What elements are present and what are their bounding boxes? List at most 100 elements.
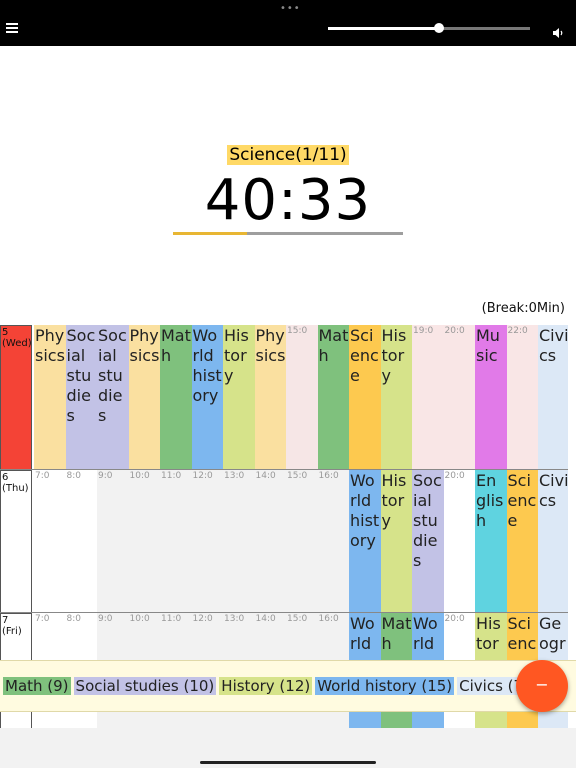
schedule-slot[interactable] — [349, 711, 381, 728]
schedule-slot[interactable] — [538, 711, 568, 728]
schedule-slot[interactable]: 15:0 — [286, 470, 318, 613]
day-number: 5 — [2, 327, 9, 338]
schedule-slot[interactable]: Math — [317, 325, 350, 470]
schedule-slot[interactable]: 20:0 — [443, 325, 476, 470]
schedule-slot[interactable]: Physics — [128, 325, 161, 470]
schedule-slot[interactable] — [475, 711, 507, 728]
schedule-slot[interactable]: Social studies — [97, 325, 129, 470]
day-cell[interactable]: 5 (Wed) — [0, 325, 32, 470]
schedule-slot[interactable] — [160, 711, 192, 728]
slot-time: 9:0 — [98, 614, 113, 624]
window-grabber[interactable]: ••• — [280, 3, 301, 14]
schedule-slot[interactable]: 8:0 — [65, 470, 98, 613]
slot-subject: Math — [381, 614, 412, 653]
slot-subject: Physics — [129, 326, 160, 365]
schedule-slot[interactable]: Math — [160, 325, 192, 470]
legend-item[interactable]: Social studies (10) — [73, 677, 217, 695]
schedule-slot[interactable]: 7:0 — [34, 470, 66, 613]
slot-subject: Math — [318, 326, 349, 365]
schedule-slot[interactable] — [254, 711, 287, 728]
day-weekday: (Wed) — [2, 338, 32, 349]
schedule-slot[interactable] — [191, 711, 224, 728]
slot-time: 20:0 — [444, 471, 465, 481]
schedule-slot[interactable]: English — [475, 470, 507, 613]
legend-item[interactable]: World history (15) — [315, 677, 455, 695]
current-subject-text: Science(1/11) — [227, 145, 349, 165]
schedule-slot[interactable]: Civics — [538, 325, 568, 470]
schedule-slot[interactable]: World history — [191, 325, 224, 470]
slot-subject: Physics — [255, 326, 286, 365]
schedule-slot[interactable] — [317, 711, 350, 728]
slot-subject: Social studies — [66, 326, 96, 425]
schedule-slot[interactable] — [223, 711, 255, 728]
day-number: 6 — [2, 472, 9, 483]
minus-button[interactable]: − — [516, 660, 568, 712]
schedule-slot[interactable]: 19:0 — [412, 325, 444, 470]
slot-time: 12:0 — [192, 614, 213, 624]
schedule-slot[interactable] — [443, 711, 476, 728]
schedule-slot[interactable]: 12:0 — [191, 470, 224, 613]
schedule-slot[interactable]: 9:0 — [97, 470, 129, 613]
schedule-slot[interactable] — [506, 711, 539, 728]
slot-subject: World — [350, 614, 375, 653]
schedule-row: 6 (Thu) 7:0 8:0 9:0 10:0 11:0 12:0 13:0 14:0 15:0 1… — [0, 470, 568, 613]
schedule-slot[interactable]: 10:0 — [128, 470, 161, 613]
slot-time: 16:0 — [318, 471, 339, 481]
schedule-slot[interactable] — [65, 711, 98, 728]
subject-legend: Math (9) Social studies (10) History (12) W… — [0, 660, 576, 712]
schedule-slot[interactable]: Physics — [254, 325, 287, 470]
schedule-slot[interactable] — [97, 711, 129, 728]
slot-time: 7:0 — [35, 614, 50, 624]
slot-time: 11:0 — [161, 471, 182, 481]
day-cell[interactable]: 6 (Thu) — [0, 470, 32, 613]
slot-subject: English — [476, 471, 504, 530]
slot-time: 12:0 — [192, 471, 213, 481]
schedule-slot[interactable]: Science — [349, 325, 381, 470]
schedule-row: 5 (Wed) Physics Social studies Social studie… — [0, 325, 568, 470]
slot-time: 7:0 — [35, 471, 50, 481]
slot-time: 14:0 — [255, 471, 276, 481]
schedule-slot[interactable] — [286, 711, 318, 728]
schedule-slot[interactable]: 20:0 — [443, 470, 476, 613]
schedule-slot[interactable]: 13:0 — [223, 470, 255, 613]
schedule-slot[interactable] — [34, 711, 66, 728]
schedule-slot[interactable]: Science — [506, 470, 539, 613]
schedule-slot[interactable]: 22:0 — [506, 325, 539, 470]
slot-time: 10:0 — [129, 471, 150, 481]
slot-time: 16:0 — [318, 614, 339, 624]
slot-time: 20:0 — [444, 614, 465, 624]
schedule-slot[interactable]: Social studies — [65, 325, 98, 470]
schedule-slot[interactable]: 11:0 — [160, 470, 192, 613]
schedule-slot[interactable]: Civics — [538, 470, 568, 613]
current-subject: Science(1/11) — [0, 145, 576, 165]
schedule-slot[interactable]: History — [380, 325, 413, 470]
day-cell[interactable] — [0, 711, 32, 728]
schedule-slot[interactable]: World history — [349, 470, 381, 613]
schedule-slot[interactable]: 15:0 — [286, 325, 318, 470]
speaker-icon[interactable] — [552, 24, 564, 38]
slot-time: 8:0 — [66, 471, 81, 481]
schedule-slot[interactable] — [128, 711, 161, 728]
schedule-slot[interactable]: History — [223, 325, 255, 470]
slot-time: 15:0 — [287, 471, 308, 481]
volume-slider-thumb[interactable] — [434, 23, 445, 33]
volume-slider[interactable] — [328, 23, 530, 33]
legend-item[interactable]: Math (9) — [3, 677, 71, 695]
schedule-slot[interactable] — [380, 711, 413, 728]
slot-subject: Civics — [539, 326, 568, 365]
schedule-row — [0, 711, 568, 728]
schedule-slot[interactable]: Social studies — [412, 470, 444, 613]
schedule-slot[interactable]: History — [380, 470, 413, 613]
slot-time: 10:0 — [129, 614, 150, 624]
schedule-slot[interactable]: 14:0 — [254, 470, 287, 613]
schedule-slot[interactable]: Physics — [34, 325, 66, 470]
legend-item[interactable]: History (12) — [219, 677, 313, 695]
day-weekday: (Fri) — [2, 626, 22, 637]
slot-subject: Math — [161, 326, 191, 365]
schedule-slot[interactable]: Music — [475, 325, 507, 470]
hamburger-icon[interactable] — [6, 23, 18, 35]
countdown-timer: 40:33 — [204, 168, 372, 233]
day-weekday: (Thu) — [2, 483, 29, 494]
schedule-slot[interactable]: 16:0 — [317, 470, 350, 613]
schedule-slot[interactable] — [412, 711, 444, 728]
